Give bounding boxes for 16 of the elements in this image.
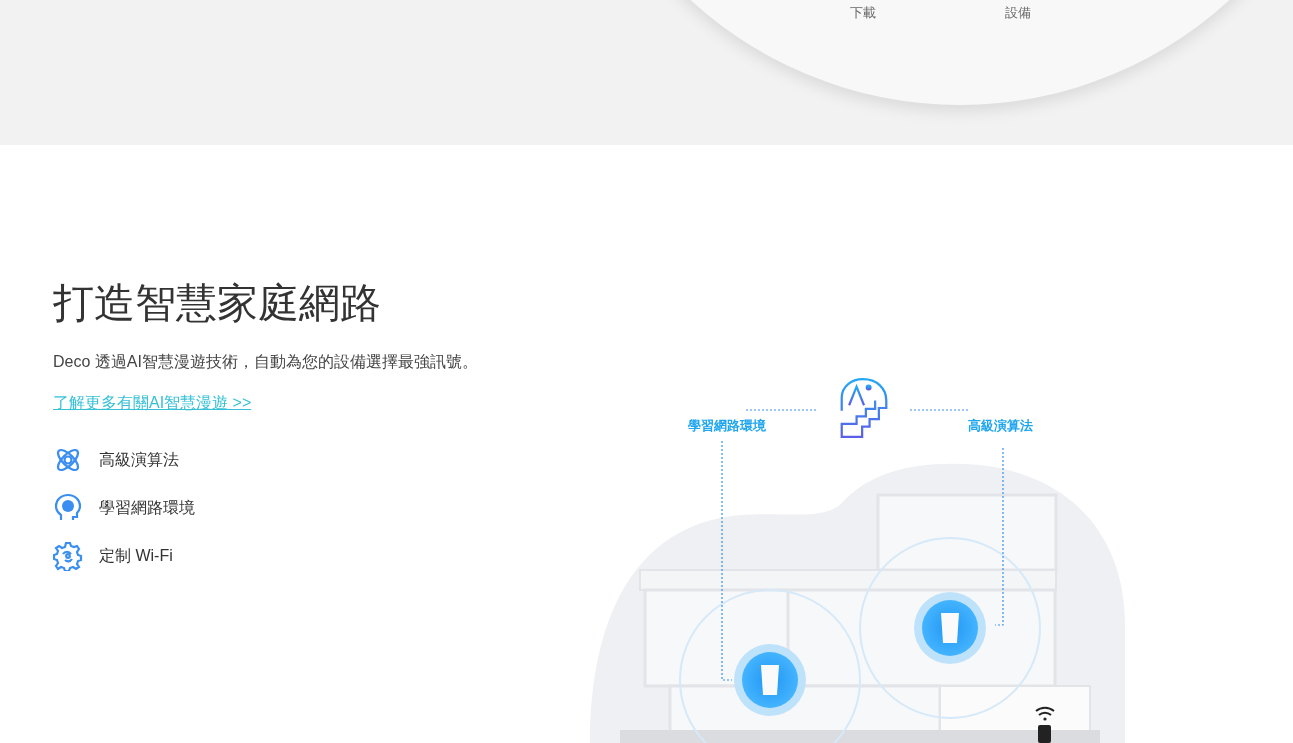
section-heading: 打造智慧家庭網路 — [53, 279, 382, 328]
phone-icon — [1035, 706, 1055, 743]
router-icon — [734, 644, 806, 716]
section-description: Deco 透過AI智慧漫遊技術，自動為您的設備選擇最強訊號。 — [53, 352, 479, 373]
diagram-label: 高級演算法 — [968, 417, 1033, 435]
router-icon — [914, 592, 986, 664]
head-icon — [838, 377, 890, 439]
feature-caption: 下載 — [849, 4, 877, 22]
feature-label: 高級演算法 — [99, 449, 179, 470]
feature-caption: 設備 — [1004, 4, 1032, 22]
gear-icon — [53, 541, 83, 572]
feature-label: 定制 Wi-Fi — [99, 545, 173, 566]
feature-label: 學習網路環境 — [99, 497, 195, 518]
leader-line — [909, 409, 971, 411]
diagram-label: 學習網路環境 — [688, 417, 766, 435]
learn-more-link[interactable]: 了解更多有關AI智慧漫遊 >> — [53, 393, 252, 415]
